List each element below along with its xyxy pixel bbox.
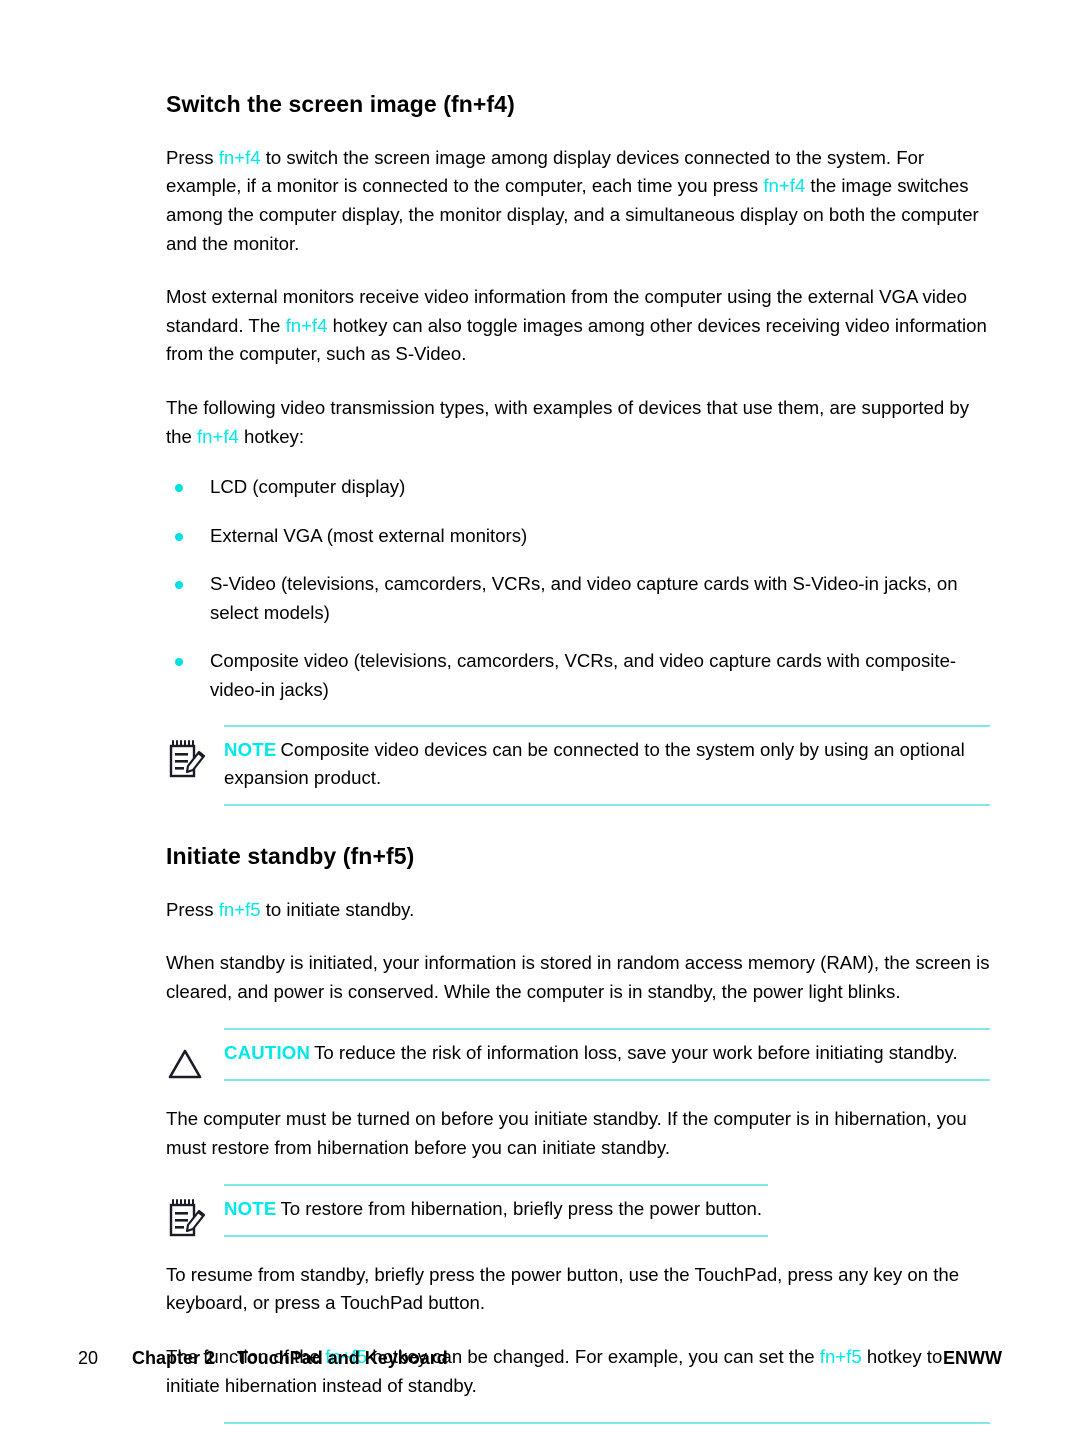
text-run: When standby is initiated, your informat… <box>166 952 990 1002</box>
warning-triangle-icon <box>166 1042 206 1084</box>
page-title: Switch the screen image (fn+f4) <box>166 91 515 117</box>
text-run: To resume from standby, briefly press th… <box>166 1263 960 1314</box>
video-transmission-type-list: LCD (computer display) External VGA (mos… <box>166 473 990 705</box>
note-box-composite-video: NOTE Composite video devices can be conne… <box>166 724 990 806</box>
list-item-label: S-Video (televisions, camcorders, VCRs, … <box>210 573 958 623</box>
footer-left: 20 Chapter 2 TouchPad and Keyboard <box>78 1345 448 1371</box>
text-run: to initiate standby. <box>260 898 415 920</box>
note-body: NOTE To restore from hibernation, briefly… <box>224 1184 768 1237</box>
footer-page-number: 20 <box>78 1348 99 1368</box>
list-item: LCD (computer display) <box>166 473 990 502</box>
hotkey-fn-f4: fn+f4 <box>197 425 239 447</box>
hotkey-fn-f4: fn+f4 <box>285 314 328 336</box>
paragraph-switch-intro: Press fn+f4 to switch the screen image a… <box>166 144 990 258</box>
note-text: NOTE Composite video devices can be conne… <box>224 736 990 793</box>
list-item: S-Video (televisions, camcorders, VCRs, … <box>166 570 990 627</box>
bullet-dot-icon <box>175 532 183 541</box>
caution-box-information-loss: CAUTION To reduce the risk of information… <box>166 1028 990 1081</box>
note-body: NOTEIn all Windows operating system wind… <box>224 1422 990 1437</box>
note-body: NOTE Composite video devices can be conne… <box>224 724 990 806</box>
bullet-dot-icon <box>175 581 183 590</box>
document-page: Switch the screen image (fn+f4) Press fn… <box>0 0 1080 1437</box>
footer-chapter: Chapter 2 <box>132 1348 216 1368</box>
section-title-initiate-standby: Initiate standby (fn+f5) <box>166 842 415 869</box>
note-pad-pencil-icon <box>166 739 206 781</box>
paragraph-standby-behavior: When standby is initiated, your informat… <box>166 949 990 1006</box>
text-run: The computer must be turned on before yo… <box>166 1107 967 1158</box>
list-item-label: External VGA (most external monitors) <box>210 524 528 546</box>
note-label: NOTE <box>224 1198 277 1220</box>
hotkey-fn-f5: fn+f5 <box>218 898 261 920</box>
note-pad-pencil-icon <box>166 1198 206 1240</box>
list-item: Composite video (televisions, camcorders… <box>166 647 990 704</box>
note-text: NOTE To restore from hibernation, briefly… <box>224 1195 768 1224</box>
footer-section-title: TouchPad and Keyboard <box>237 1348 448 1368</box>
list-item: External VGA (most external monitors) <box>166 522 990 551</box>
caution-text: CAUTION To reduce the risk of information… <box>224 1039 990 1068</box>
caution-body: CAUTION To reduce the risk of information… <box>224 1028 990 1081</box>
text-run: Composite video devices can be connected… <box>224 738 965 789</box>
text-run: hotkey: <box>238 425 305 447</box>
paragraph-transmission-types: The following video transmission types, … <box>166 394 990 451</box>
text-run: To reduce the risk of information loss, … <box>314 1042 958 1064</box>
paragraph-external-monitors: Most external monitors receive video inf… <box>166 283 990 369</box>
note-text: NOTEIn all Windows operating system wind… <box>224 1433 990 1437</box>
text-run: Press <box>166 898 219 920</box>
text-run: Press <box>166 146 219 168</box>
paragraph-turn-on-before-standby: The computer must be turned on before yo… <box>166 1105 990 1162</box>
list-item-label: LCD (computer display) <box>210 476 406 498</box>
page-content: Switch the screen image (fn+f4) Press fn… <box>166 91 990 1437</box>
page-footer: 20 Chapter 2 TouchPad and Keyboard ENWW <box>78 1345 1002 1371</box>
hotkey-fn-f4: fn+f4 <box>218 146 261 168</box>
footer-locale: ENWW <box>943 1348 1002 1368</box>
list-item-label: Composite video (televisions, camcorders… <box>210 650 957 701</box>
note-box-restore-hibernation: NOTE To restore from hibernation, briefly… <box>166 1184 768 1237</box>
paragraph-press-fn-f5: Press fn+f5 to initiate standby. <box>166 896 990 925</box>
paragraph-resume-from-standby: To resume from standby, briefly press th… <box>166 1261 990 1318</box>
note-label: NOTE <box>224 738 277 760</box>
hotkey-fn-f4: fn+f4 <box>763 175 806 197</box>
bullet-dot-icon <box>175 658 183 667</box>
note-box-sleep-button: NOTEIn all Windows operating system wind… <box>166 1422 990 1437</box>
text-run: To restore from hibernation, briefly pre… <box>280 1198 763 1220</box>
bullet-dot-icon <box>175 484 183 493</box>
caution-label: CAUTION <box>224 1042 311 1064</box>
